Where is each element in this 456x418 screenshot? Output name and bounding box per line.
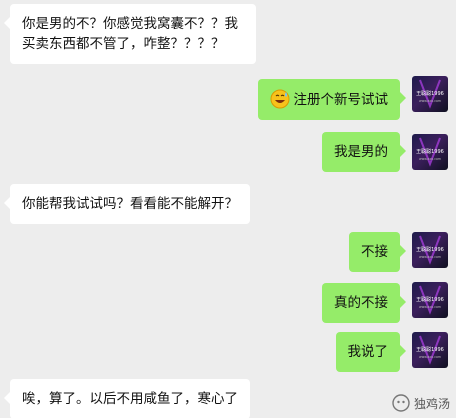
message-bubble-outgoing[interactable]: 我是男的: [322, 132, 406, 172]
avatar[interactable]: 王聪聪1996 www.xxx.com: [412, 332, 448, 368]
avatar[interactable]: 王聪聪1996 www.xxx.com: [412, 76, 448, 112]
chat-window: 你是男的不？你感觉我窝囊不？？我买卖东西都不管了，咋整？？？？ 注册个新号试试 …: [0, 0, 456, 418]
avatar-line2: www.xxx.com: [419, 157, 441, 161]
message-bubble-incoming[interactable]: 你能帮我试试吗？看看能不能解开？: [4, 184, 250, 224]
message-text: 不接: [361, 244, 388, 260]
avatar[interactable]: 王聪聪1996 www.xxx.com: [412, 134, 448, 170]
avatar-image: 王聪聪1996 www.xxx.com: [416, 79, 444, 109]
message-text: 我是男的: [334, 144, 388, 160]
avatar-line1: 王聪聪1996: [416, 90, 444, 97]
avatar-image: 王聪聪1996 www.xxx.com: [416, 335, 444, 365]
message-bubble-incoming[interactable]: 唉，算了。以后不用咸鱼了，寒心了: [4, 379, 250, 418]
message-text: 注册个新号试试: [293, 92, 389, 108]
avatar-line2: www.xxx.com: [419, 99, 441, 103]
avatar-line1: 王聪聪1996: [416, 346, 444, 353]
avatar-image: 王聪聪1996 www.xxx.com: [416, 235, 444, 265]
message-bubble-outgoing[interactable]: 我说了: [335, 332, 406, 372]
avatar-line1: 王聪聪1996: [416, 246, 444, 253]
avatar[interactable]: 王聪聪1996 www.xxx.com: [412, 282, 448, 318]
message-text: 真的不接: [334, 295, 388, 311]
avatar-line1: 王聪聪1996: [416, 148, 444, 155]
wechat-channel-icon: [392, 394, 410, 412]
message-bubble-outgoing[interactable]: 真的不接: [322, 283, 406, 323]
avatar-line1: 王聪聪1996: [416, 296, 444, 303]
avatar-line2: www.xxx.com: [419, 355, 441, 359]
message-bubble-incoming[interactable]: 你是男的不？你感觉我窝囊不？？我买卖东西都不管了，咋整？？？？: [4, 4, 256, 64]
avatar-image: 王聪聪1996 www.xxx.com: [416, 285, 444, 315]
message-text: 我说了: [347, 344, 389, 360]
avatar-line2: www.xxx.com: [419, 305, 441, 309]
watermark: 独鸡汤: [392, 394, 450, 412]
grinning-sweat-face-icon: [270, 89, 289, 109]
message-bubble-outgoing[interactable]: 注册个新号试试: [257, 79, 406, 120]
message-text: 唉，算了。以后不用咸鱼了，寒心了: [22, 391, 238, 407]
watermark-text: 独鸡汤: [413, 396, 450, 411]
avatar-line2: www.xxx.com: [419, 255, 441, 259]
message-text: 你能帮我试试吗？看看能不能解开？: [22, 196, 238, 212]
message-bubble-outgoing[interactable]: 不接: [349, 232, 406, 272]
avatar[interactable]: 王聪聪1996 www.xxx.com: [412, 232, 448, 268]
message-text: 你是男的不？你感觉我窝囊不？？我买卖东西都不管了，咋整？？？？: [22, 16, 238, 52]
avatar-image: 王聪聪1996 www.xxx.com: [416, 137, 444, 167]
